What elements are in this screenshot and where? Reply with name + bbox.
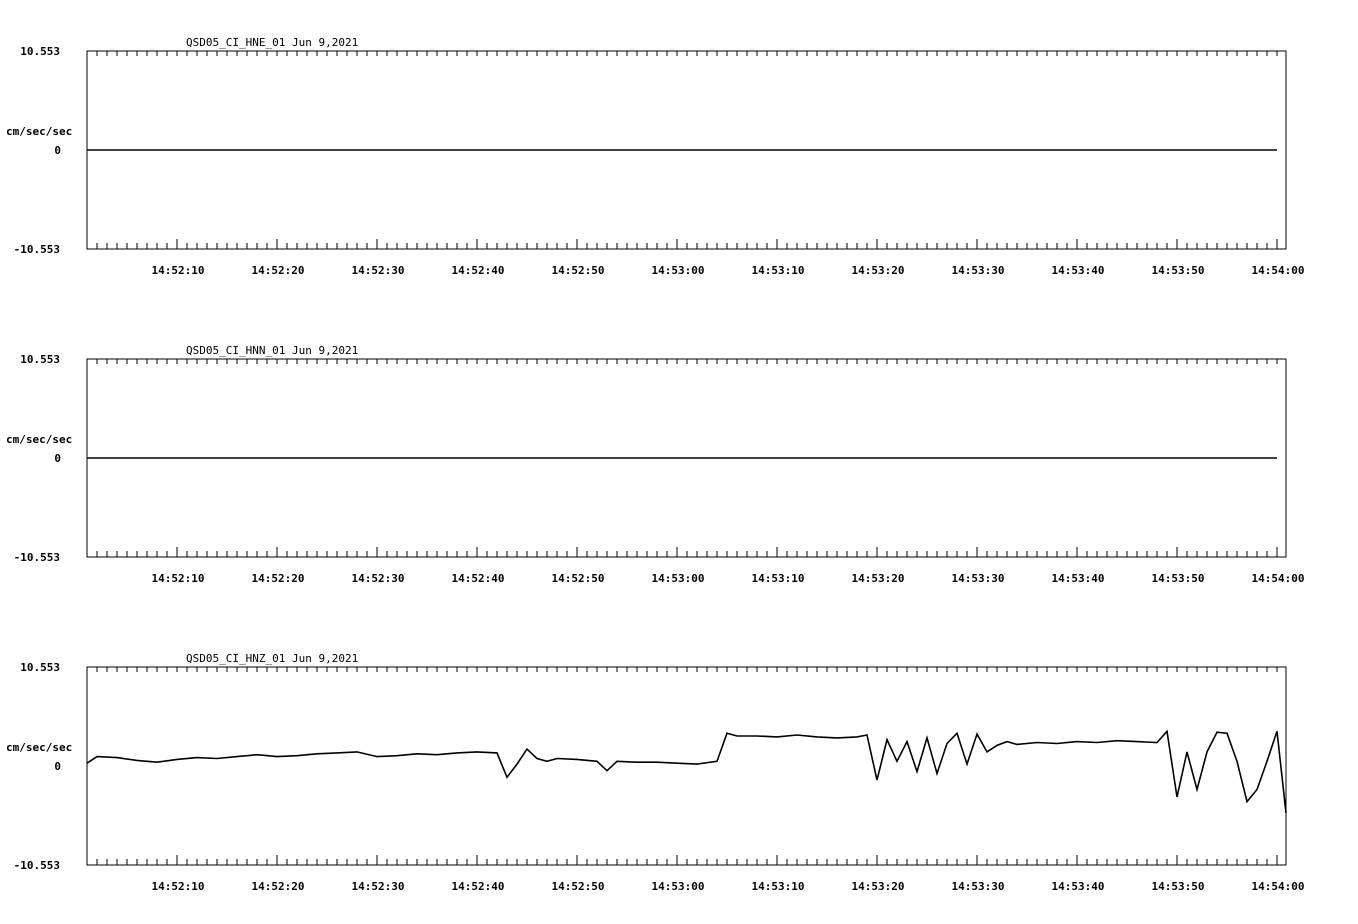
x-tick-label: 14:53:50 [1152,264,1205,277]
y-tick-label: 10.553 [20,45,60,58]
y-tick-label: 0 [54,452,61,465]
x-tick-label: 14:52:50 [552,880,605,893]
x-tick-label: 14:52:20 [252,572,305,585]
x-tick-label: 14:52:10 [152,880,205,893]
x-tick-label: 14:52:40 [452,572,505,585]
x-tick-label: 14:52:50 [552,264,605,277]
x-tick-label: 14:53:30 [952,264,1005,277]
x-tick-label: 14:53:20 [852,264,905,277]
x-tick-label: 14:52:20 [252,264,305,277]
x-tick-label: 14:52:30 [352,880,405,893]
seismogram-panel: QSD05_CI_HNE_01 Jun 9,2021 10.553 0 -10.553… [6,36,1304,277]
y-axis-label: cm/sec/sec [6,741,72,754]
x-tick-label: 14:53:00 [652,880,705,893]
seismogram-panel: QSD05_CI_HNN_01 Jun 9,2021 10.553 0 -10.553… [6,344,1304,585]
x-tick-label: 14:53:50 [1152,572,1205,585]
x-tick-label: 14:53:40 [1052,264,1105,277]
x-tick-label: 14:54:00 [1252,264,1305,277]
x-tick-label: 14:53:40 [1052,572,1105,585]
y-axis-label: cm/sec/sec [6,125,72,138]
x-tick-label: 14:53:20 [852,880,905,893]
y-tick-label: -10.553 [14,551,60,564]
panel-title: QSD05_CI_HNE_01 Jun 9,2021 [186,36,358,49]
x-tick-label: 14:54:00 [1252,572,1305,585]
panel-title: QSD05_CI_HNN_01 Jun 9,2021 [186,344,358,357]
x-tick-label: 14:52:40 [452,880,505,893]
seismogram-panel: QSD05_CI_HNZ_01 Jun 9,2021 10.553 0 -10.553… [6,652,1304,893]
x-tick-label: 14:53:10 [752,264,805,277]
x-tick-label: 14:53:30 [952,880,1005,893]
plot-frame [86,666,1287,866]
x-tick-label: 14:53:00 [652,572,705,585]
x-tick-label: 14:52:50 [552,572,605,585]
x-tick-label: 14:52:10 [152,572,205,585]
y-tick-label: 0 [54,144,61,157]
x-tick-label: 14:53:20 [852,572,905,585]
x-tick-label: 14:53:50 [1152,880,1205,893]
y-tick-label: 10.553 [20,353,60,366]
x-tick-label: 14:53:30 [952,572,1005,585]
y-tick-label: -10.553 [14,859,60,872]
x-tick-label: 14:52:30 [352,572,405,585]
seismogram-figure: QSD05_CI_HNE_01 Jun 9,2021 10.553 0 -10.553… [6,36,1304,893]
panel-title: QSD05_CI_HNZ_01 Jun 9,2021 [186,652,358,665]
y-tick-label: 10.553 [20,661,60,674]
x-tick-label: 14:53:40 [1052,880,1105,893]
y-axis-label: cm/sec/sec [6,433,72,446]
x-tick-label: 14:54:00 [1252,880,1305,893]
x-tick-label: 14:53:10 [752,572,805,585]
x-tick-label: 14:53:10 [752,880,805,893]
x-tick-label: 14:52:20 [252,880,305,893]
x-tick-label: 14:53:00 [652,264,705,277]
y-tick-label: 0 [54,760,61,773]
x-tick-label: 14:52:10 [152,264,205,277]
waveform-trace [86,729,1287,813]
y-tick-label: -10.553 [14,243,60,256]
x-tick-label: 14:52:40 [452,264,505,277]
x-tick-label: 14:52:30 [352,264,405,277]
